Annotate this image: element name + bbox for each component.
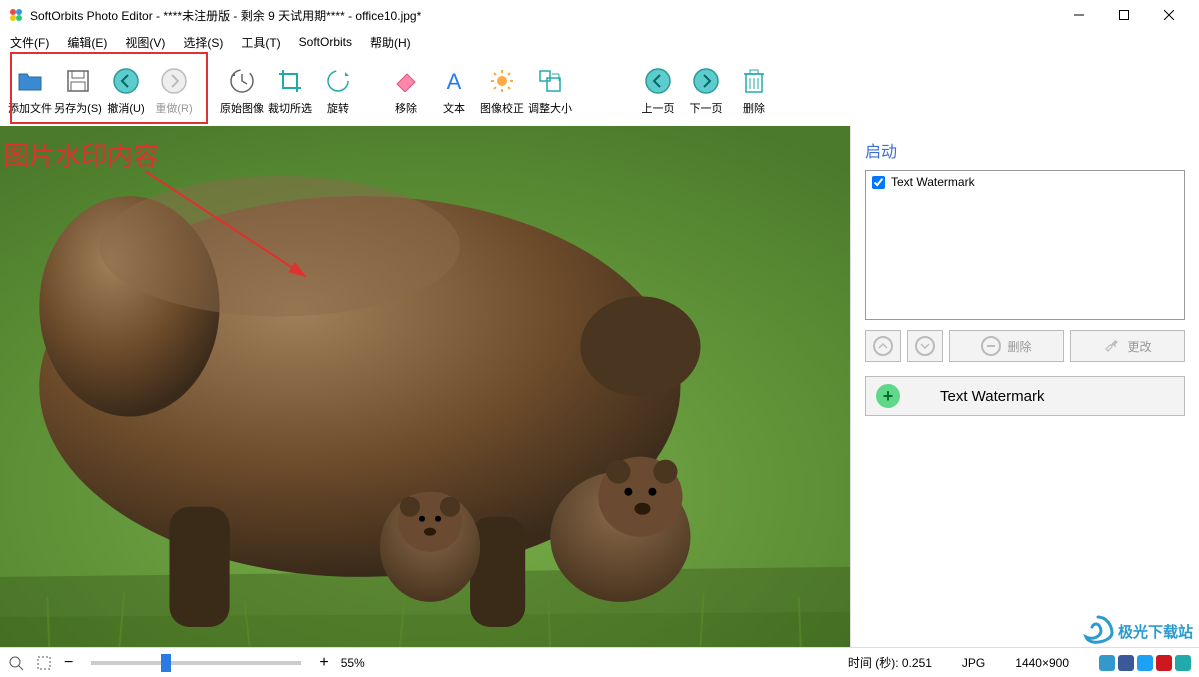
trash-icon: [741, 68, 767, 94]
prev-icon: [645, 68, 671, 94]
save-as-button[interactable]: 另存为(S): [54, 68, 102, 116]
time-label: 时间 (秒): 0.251: [848, 654, 932, 671]
undo-icon: [113, 68, 139, 94]
folder-icon: [17, 68, 43, 94]
app-icon: [8, 7, 24, 23]
watermark-list[interactable]: Text Watermark: [865, 170, 1185, 320]
next-button[interactable]: 下一页: [682, 68, 730, 116]
rotate-button[interactable]: 旋转: [314, 68, 362, 116]
plus-icon: +: [876, 384, 900, 408]
window-title: SoftOrbits Photo Editor - ****未注册版 - 剩余 …: [30, 7, 1056, 24]
resize-button[interactable]: 调整大小: [526, 68, 574, 116]
zoom-out-button[interactable]: −: [64, 654, 73, 672]
edited-image: [0, 126, 850, 647]
add-watermark-button[interactable]: + Text Watermark: [865, 376, 1185, 416]
next-icon: [693, 68, 719, 94]
delete-button[interactable]: 删除: [730, 68, 778, 116]
remove-button[interactable]: 移除: [382, 68, 430, 116]
undo-button[interactable]: 撤消(U): [102, 68, 150, 116]
menubar: 文件(F) 编辑(E) 视图(V) 选择(S) 工具(T) SoftOrbits…: [0, 30, 1199, 54]
resize-icon: [537, 68, 563, 94]
original-button[interactable]: 原始图像: [218, 68, 266, 116]
menu-edit[interactable]: 编辑(E): [67, 34, 107, 51]
move-up-button[interactable]: [865, 330, 901, 362]
right-panel: 启动 Text Watermark 删除 更改 + Text Watermark: [850, 126, 1199, 647]
minus-icon: [981, 336, 1001, 356]
move-down-button[interactable]: [907, 330, 943, 362]
statusbar: − + 55% 时间 (秒): 0.251 JPG 1440×900: [0, 647, 1199, 677]
watermark-label: Text Watermark: [891, 175, 975, 189]
add-file-button[interactable]: 添加文件: [6, 68, 54, 116]
minimize-button[interactable]: [1056, 1, 1101, 29]
youtube-icon[interactable]: [1156, 655, 1172, 671]
twitter-icon[interactable]: [1137, 655, 1153, 671]
site-watermark: 极光下载站: [1080, 613, 1193, 649]
prev-button[interactable]: 上一页: [634, 68, 682, 116]
zoom-value: 55%: [341, 656, 365, 670]
watermark-checkbox[interactable]: [872, 176, 885, 189]
menu-select[interactable]: 选择(S): [183, 34, 223, 51]
zoom-slider[interactable]: [91, 661, 301, 665]
panel-edit-button[interactable]: 更改: [1070, 330, 1185, 362]
text-icon: A: [441, 68, 467, 94]
zoom-thumb[interactable]: [161, 654, 171, 672]
redo-button[interactable]: 重做(R): [150, 68, 198, 116]
close-button[interactable]: [1146, 1, 1191, 29]
zoom-in-button[interactable]: +: [319, 654, 328, 672]
fit-icon[interactable]: [8, 655, 24, 671]
wrench-icon: [1103, 337, 1121, 355]
chevron-up-icon: [873, 336, 893, 356]
eraser-icon: [393, 68, 419, 94]
facebook-icon[interactable]: [1118, 655, 1134, 671]
crop-icon: [277, 68, 303, 94]
svg-text:A: A: [447, 69, 462, 93]
toolbar: 添加文件 另存为(S) 撤消(U) 重做(R) 原始图像 裁切所选 旋转 移除 …: [0, 54, 1199, 126]
save-icon: [65, 68, 91, 94]
sun-icon: [489, 68, 515, 94]
rotate-icon: [325, 68, 351, 94]
social-icons: [1099, 655, 1191, 671]
maximize-button[interactable]: [1101, 1, 1146, 29]
annotation-text: 图片水印内容: [3, 136, 159, 173]
format-label: JPG: [962, 656, 985, 670]
vk-icon[interactable]: [1099, 655, 1115, 671]
menu-softorbits[interactable]: SoftOrbits: [299, 35, 352, 49]
fullsize-icon[interactable]: [36, 655, 52, 671]
dimensions-label: 1440×900: [1015, 656, 1069, 670]
panel-delete-button[interactable]: 删除: [949, 330, 1064, 362]
menu-tools[interactable]: 工具(T): [241, 34, 280, 51]
menu-file[interactable]: 文件(F): [10, 34, 49, 51]
titlebar: SoftOrbits Photo Editor - ****未注册版 - 剩余 …: [0, 0, 1199, 30]
correction-button[interactable]: 图像校正: [478, 68, 526, 116]
panel-title: 启动: [865, 138, 1185, 162]
text-button[interactable]: A 文本: [430, 68, 478, 116]
link-icon[interactable]: [1175, 655, 1191, 671]
crop-button[interactable]: 裁切所选: [266, 68, 314, 116]
list-item[interactable]: Text Watermark: [870, 175, 1180, 189]
redo-icon: [161, 68, 187, 94]
menu-view[interactable]: 视图(V): [125, 34, 165, 51]
menu-help[interactable]: 帮助(H): [370, 34, 411, 51]
revert-icon: [229, 68, 255, 94]
image-canvas[interactable]: 图片水印内容: [0, 126, 850, 647]
chevron-down-icon: [915, 336, 935, 356]
